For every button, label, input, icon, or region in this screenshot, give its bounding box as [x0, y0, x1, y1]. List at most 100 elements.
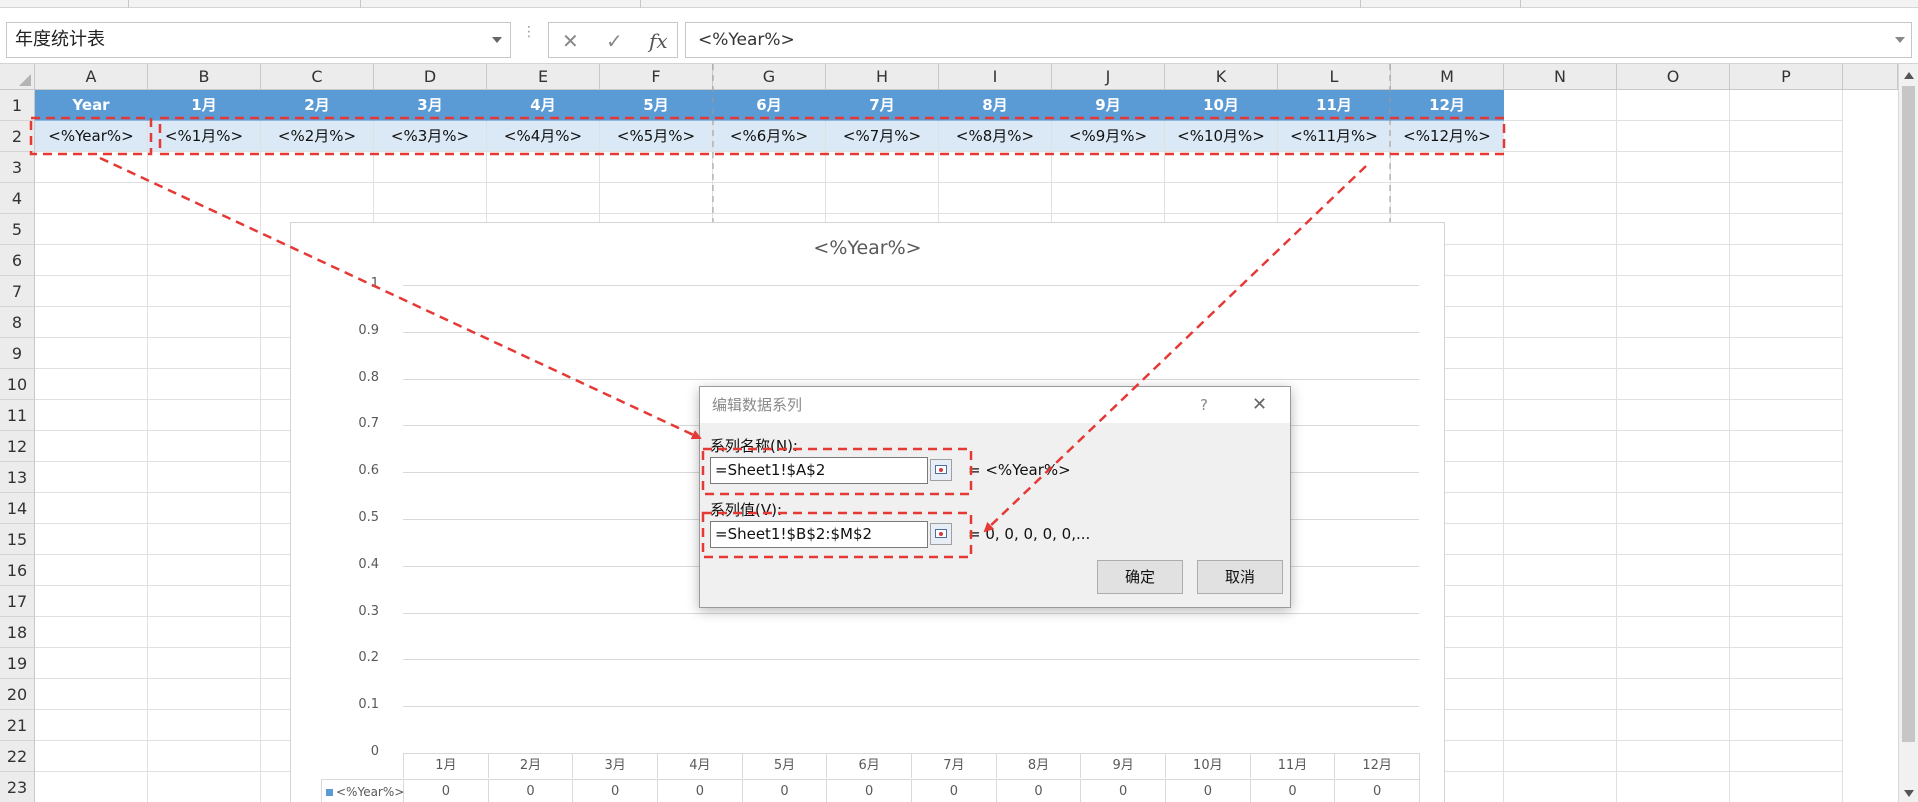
row-header-10[interactable]: 10	[0, 369, 35, 400]
row-header-3[interactable]: 3	[0, 152, 35, 183]
header-cell[interactable]: 12月	[1391, 90, 1504, 121]
grid-cell[interactable]	[35, 462, 148, 493]
row-header-8[interactable]: 8	[0, 307, 35, 338]
grid-cell[interactable]	[1617, 276, 1730, 307]
grid-cell[interactable]	[1730, 338, 1843, 369]
placeholder-cell[interactable]: <%2月%>	[261, 121, 374, 152]
formula-input[interactable]: <%Year%>	[685, 22, 1912, 58]
grid-cell[interactable]	[1504, 338, 1617, 369]
row-header-21[interactable]: 21	[0, 710, 35, 741]
grid-cell[interactable]	[1617, 245, 1730, 276]
column-header-c[interactable]: C	[261, 64, 374, 90]
row-header-9[interactable]: 9	[0, 338, 35, 369]
series-values-input[interactable]: =Sheet1!$B$2:$M$2	[710, 521, 928, 548]
grid-cell[interactable]	[35, 152, 148, 183]
header-cell[interactable]: 6月	[713, 90, 826, 121]
grid-cell[interactable]	[1617, 121, 1730, 152]
grid-cell[interactable]	[1730, 276, 1843, 307]
header-cell[interactable]: 4月	[487, 90, 600, 121]
grid-cell[interactable]	[1504, 152, 1617, 183]
chevron-down-icon[interactable]	[492, 37, 502, 43]
row-header-7[interactable]: 7	[0, 276, 35, 307]
grid-cell[interactable]	[1504, 524, 1617, 555]
expand-formula-bar-icon[interactable]	[1895, 37, 1905, 43]
grid-cell[interactable]	[148, 586, 261, 617]
placeholder-cell[interactable]: <%10月%>	[1165, 121, 1278, 152]
cancel-button[interactable]: 取消	[1197, 560, 1283, 594]
grid-cell[interactable]	[1730, 648, 1843, 679]
range-select-icon[interactable]	[930, 459, 952, 481]
column-header-i[interactable]: I	[939, 64, 1052, 90]
column-header-a[interactable]: A	[35, 64, 148, 90]
grid-cell[interactable]	[1730, 152, 1843, 183]
row-header-19[interactable]: 19	[0, 648, 35, 679]
column-header-p[interactable]: P	[1730, 64, 1843, 90]
grid-cell[interactable]	[713, 152, 826, 183]
row-header-12[interactable]: 12	[0, 431, 35, 462]
grid-cell[interactable]	[1730, 431, 1843, 462]
grid-cell[interactable]	[713, 183, 826, 214]
placeholder-cell[interactable]: <%9月%>	[1052, 121, 1165, 152]
grid-cell[interactable]	[1617, 338, 1730, 369]
column-header-partial[interactable]	[1843, 64, 1898, 90]
grid-cell[interactable]	[1504, 555, 1617, 586]
enter-icon[interactable]: ✓	[606, 29, 623, 53]
column-header-b[interactable]: B	[148, 64, 261, 90]
grid-cell[interactable]	[1617, 493, 1730, 524]
grid-cell[interactable]	[1730, 400, 1843, 431]
grid-cell[interactable]	[148, 214, 261, 245]
grid-cell[interactable]	[35, 431, 148, 462]
grid-cell[interactable]	[1617, 710, 1730, 741]
grid-cell[interactable]	[374, 183, 487, 214]
grid-cell[interactable]	[1052, 152, 1165, 183]
placeholder-cell[interactable]: <%11月%>	[1278, 121, 1391, 152]
placeholder-cell[interactable]: <%Year%>	[35, 121, 148, 152]
header-cell[interactable]: Year	[35, 90, 148, 121]
grid-cell[interactable]	[1617, 524, 1730, 555]
grid-cell[interactable]	[148, 369, 261, 400]
grid-cell[interactable]	[1730, 121, 1843, 152]
placeholder-cell[interactable]: <%8月%>	[939, 121, 1052, 152]
grid-cell[interactable]	[1504, 679, 1617, 710]
grid-cell[interactable]	[148, 400, 261, 431]
grid-cell[interactable]	[1504, 90, 1617, 121]
insert-function-icon[interactable]: fx	[649, 29, 668, 53]
grid-cell[interactable]	[1165, 152, 1278, 183]
grid-cell[interactable]	[1617, 617, 1730, 648]
grid-cell[interactable]	[148, 245, 261, 276]
select-all-button[interactable]	[0, 64, 35, 90]
grid-cell[interactable]	[600, 183, 713, 214]
ok-button[interactable]: 确定	[1097, 560, 1183, 594]
header-cell[interactable]: 11月	[1278, 90, 1391, 121]
column-header-g[interactable]: G	[713, 64, 826, 90]
placeholder-cell[interactable]: <%7月%>	[826, 121, 939, 152]
column-header-d[interactable]: D	[374, 64, 487, 90]
grid-cell[interactable]	[148, 276, 261, 307]
grid-cell[interactable]	[1617, 586, 1730, 617]
grid-cell[interactable]	[1730, 710, 1843, 741]
grid-cell[interactable]	[148, 710, 261, 741]
grid-cell[interactable]	[35, 524, 148, 555]
header-cell[interactable]: 1月	[148, 90, 261, 121]
column-header-l[interactable]: L	[1278, 64, 1391, 90]
row-header-11[interactable]: 11	[0, 400, 35, 431]
row-header-14[interactable]: 14	[0, 493, 35, 524]
grid-cell[interactable]	[261, 183, 374, 214]
grid-cell[interactable]	[1391, 183, 1504, 214]
row-header-20[interactable]: 20	[0, 679, 35, 710]
column-header-f[interactable]: F	[600, 64, 713, 90]
grid-cell[interactable]	[1617, 214, 1730, 245]
row-header-4[interactable]: 4	[0, 183, 35, 214]
placeholder-cell[interactable]: <%3月%>	[374, 121, 487, 152]
grid-cell[interactable]	[1504, 121, 1617, 152]
grid-cell[interactable]	[1504, 183, 1617, 214]
header-cell[interactable]: 5月	[600, 90, 713, 121]
grid-cell[interactable]	[1165, 183, 1278, 214]
grid-cell[interactable]	[1730, 369, 1843, 400]
grid-cell[interactable]	[148, 772, 261, 802]
vertical-scrollbar[interactable]	[1898, 64, 1918, 802]
cancel-icon[interactable]: ✕	[562, 29, 579, 53]
grid-cell[interactable]	[1504, 369, 1617, 400]
grid-cell[interactable]	[35, 648, 148, 679]
grid-cell[interactable]	[148, 679, 261, 710]
